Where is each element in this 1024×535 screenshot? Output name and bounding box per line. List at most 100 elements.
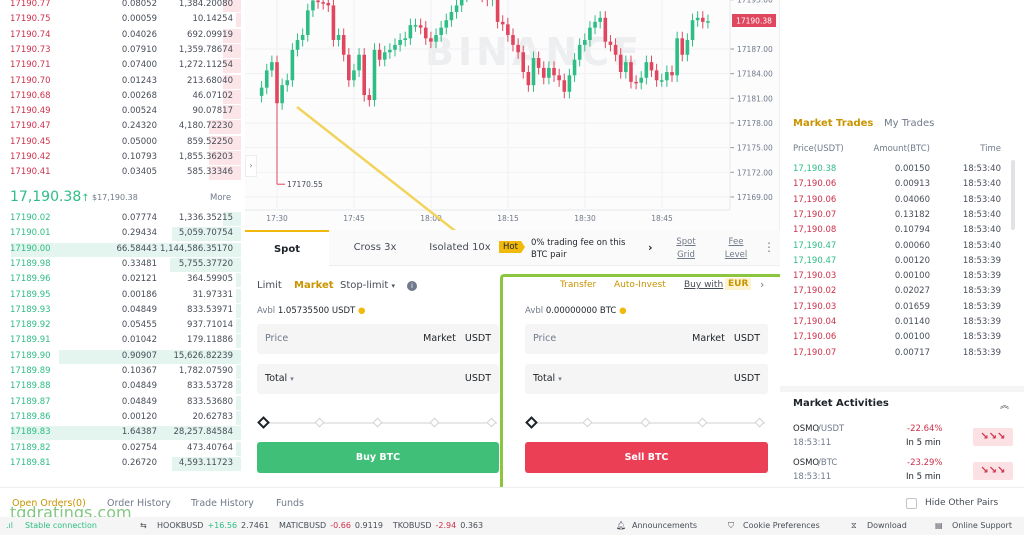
bid-row[interactable]: 17189.93 0.04849 833.53971 bbox=[0, 303, 245, 318]
bid-row[interactable]: 17189.90 0.90907 15,626.82239 bbox=[0, 349, 245, 364]
tab-trade-history[interactable]: Trade History bbox=[191, 498, 254, 509]
buy-price-field[interactable]: Price Market USDT bbox=[257, 324, 499, 354]
bid-row[interactable]: 17189.87 0.04849 833.53680 bbox=[0, 395, 245, 410]
total: 1,359.78674 bbox=[178, 44, 233, 55]
bid-row[interactable]: 17189.83 1.64387 28,257.84584 bbox=[0, 425, 245, 441]
tab-market-trades[interactable]: Market Trades bbox=[793, 118, 873, 129]
slider-step[interactable] bbox=[429, 417, 440, 428]
candle-body bbox=[593, 21, 597, 28]
order-type-stop-limit[interactable]: Stop-limit ▾ bbox=[340, 280, 395, 291]
price: 17189.87 bbox=[10, 396, 51, 407]
amount: 0.02121 bbox=[121, 274, 157, 285]
promo-text[interactable]: 0% trading fee on this BTC pair bbox=[531, 237, 643, 261]
order-type-market[interactable]: Market bbox=[294, 280, 334, 291]
trade-price: 17,190.38 bbox=[793, 164, 837, 174]
add-funds-icon[interactable]: ● bbox=[619, 306, 626, 316]
buy-total-field[interactable]: Total ▾ USDT bbox=[257, 364, 499, 394]
activity-row[interactable]: OSMO/BTC 18:53:11 -23.29% In 5 min ↘↘↘ bbox=[780, 458, 1024, 490]
add-funds-icon[interactable]: ● bbox=[358, 306, 365, 316]
currency-badge[interactable]: EUR bbox=[725, 278, 752, 290]
bell-icon: 🔔︎ bbox=[616, 521, 627, 530]
sell-btc-button[interactable]: Sell BTC bbox=[525, 442, 768, 473]
swap-icon[interactable]: ⇆ bbox=[140, 517, 147, 535]
bid-row[interactable]: 17189.92 0.05455 937.71014 bbox=[0, 318, 245, 334]
candle-body bbox=[454, 5, 459, 13]
slider-step[interactable] bbox=[257, 416, 270, 429]
candlestick-chart[interactable]: BINANCE 17193.00 17187.00 17184.00 17181.00… bbox=[245, 0, 780, 230]
ticker[interactable]: TKOBUSD -2.94 0.363 bbox=[393, 521, 483, 530]
trades-scrollbar[interactable] bbox=[1011, 160, 1015, 230]
ask-row[interactable]: 17190.42 0.10793 1,855.36203 bbox=[0, 150, 245, 165]
ask-row[interactable]: 17190.68 0.00268 46.07102 bbox=[0, 89, 245, 104]
bid-row[interactable]: 17189.98 0.33481 5,755.37720 bbox=[0, 257, 245, 272]
ask-row[interactable]: 17190.71 0.07400 1,272.11254 bbox=[0, 58, 245, 74]
bid-row[interactable]: 17189.96 0.02121 364.59905 bbox=[0, 272, 245, 288]
tab-my-trades[interactable]: My Trades bbox=[884, 118, 934, 129]
slider-step[interactable] bbox=[486, 417, 497, 428]
ask-row[interactable]: 17190.41 0.03405 585.33346 bbox=[0, 165, 245, 181]
bid-row[interactable]: 17190.00 66.58443 1,144,586.35170 bbox=[0, 242, 245, 257]
download-link[interactable]: Download bbox=[867, 517, 907, 535]
slider-step[interactable] bbox=[314, 417, 325, 428]
cookie-preferences-link[interactable]: Cookie Preferences bbox=[743, 517, 820, 535]
tab-cross[interactable]: Cross 3x bbox=[340, 230, 410, 266]
trade-price: 17,190.04 bbox=[793, 317, 837, 327]
slider-step[interactable] bbox=[697, 417, 708, 428]
chevron-right-icon[interactable]: › bbox=[760, 278, 764, 291]
announcements-link[interactable]: Announcements bbox=[632, 517, 697, 535]
bid-row[interactable]: 17189.88 0.04849 833.53728 bbox=[0, 379, 245, 395]
ticker[interactable]: HOOKBUSD +16.56 2.7461 bbox=[157, 521, 269, 530]
slider-step[interactable] bbox=[525, 416, 538, 429]
ask-row[interactable]: 17190.74 0.04026 692.09919 bbox=[0, 28, 245, 43]
ask-row[interactable]: 17190.70 0.01243 213.68040 bbox=[0, 74, 245, 89]
buy-btc-button[interactable]: Buy BTC bbox=[257, 442, 499, 473]
promo-arrow-icon[interactable]: › bbox=[648, 241, 653, 254]
bid-row[interactable]: 17189.82 0.02754 473.40764 bbox=[0, 441, 245, 456]
bid-row[interactable]: 17189.86 0.00120 20.62783 bbox=[0, 410, 245, 425]
slider-step[interactable] bbox=[640, 417, 650, 428]
transfer-link[interactable]: Transfer bbox=[560, 280, 596, 290]
more-options-icon[interactable]: ⋮ bbox=[763, 240, 775, 254]
online-support-link[interactable]: Online Support bbox=[952, 517, 1012, 535]
tab-funds[interactable]: Funds bbox=[276, 498, 304, 509]
ask-row[interactable]: 17190.77 0.08052 1,384.20080 bbox=[0, 0, 245, 12]
auto-invest-link[interactable]: Auto-Invest bbox=[614, 280, 666, 290]
sell-total-field[interactable]: Total ▾ USDT bbox=[525, 364, 768, 394]
amount: 0.00524 bbox=[121, 106, 157, 117]
sell-price-field[interactable]: Price Market USDT bbox=[525, 324, 768, 354]
ask-row[interactable]: 17190.49 0.00524 90.07817 bbox=[0, 104, 245, 120]
tab-isolated[interactable]: Isolated 10x bbox=[420, 230, 500, 266]
bid-row[interactable]: 17190.01 0.29434 5,059.70754 bbox=[0, 226, 245, 242]
buy-available: Avbl 1.05735500 USDT ● bbox=[257, 306, 365, 316]
bid-row[interactable]: 17189.81 0.26720 4,593.11723 bbox=[0, 456, 245, 471]
bid-row[interactable]: 17189.91 0.01042 179.11886 bbox=[0, 333, 245, 349]
ask-row[interactable]: 17190.47 0.24320 4,180.72230 bbox=[0, 119, 245, 135]
total: 5,059.70754 bbox=[178, 228, 233, 239]
ask-row[interactable]: 17190.75 0.00059 10.14254 bbox=[0, 12, 245, 28]
info-icon[interactable]: i bbox=[407, 281, 417, 291]
slider-step[interactable] bbox=[754, 417, 765, 428]
more-link[interactable]: More bbox=[210, 193, 231, 203]
slider-step[interactable] bbox=[372, 417, 382, 428]
collapse-icon[interactable]: ︽ bbox=[1000, 398, 1009, 411]
ask-row[interactable]: 17190.45 0.05000 859.52250 bbox=[0, 135, 245, 150]
buy-with-link[interactable]: Buy with bbox=[684, 280, 723, 290]
hide-other-pairs-checkbox[interactable] bbox=[906, 498, 917, 509]
buy-amount-slider[interactable] bbox=[257, 416, 497, 429]
slider-step[interactable] bbox=[582, 417, 593, 428]
order-type-limit[interactable]: Limit bbox=[257, 280, 282, 291]
fee-level-link[interactable]: Fee Level bbox=[721, 236, 751, 262]
ticker[interactable]: MATICBUSD -0.66 0.9119 bbox=[279, 521, 383, 530]
bid-row[interactable]: 17189.95 0.00186 31.97331 bbox=[0, 288, 245, 303]
bid-row[interactable]: 17190.02 0.07774 1,336.35215 bbox=[0, 211, 245, 226]
total: 20.62783 bbox=[192, 411, 233, 422]
expand-toolbar-button[interactable]: › bbox=[245, 155, 257, 177]
ask-row[interactable]: 17190.73 0.07910 1,359.78674 bbox=[0, 43, 245, 58]
spot-grid-link[interactable]: Spot Grid bbox=[671, 236, 701, 262]
activity-row[interactable]: OSMO/USDT 18:53:11 -22.64% In 5 min ↘↘↘ bbox=[780, 424, 1024, 456]
sell-amount-slider[interactable] bbox=[525, 416, 765, 429]
bid-row[interactable]: 17189.89 0.10367 1,782.07590 bbox=[0, 364, 245, 379]
price: 17189.93 bbox=[10, 304, 51, 315]
tab-spot[interactable]: Spot bbox=[245, 230, 329, 267]
trade-amount: 0.00717 bbox=[894, 347, 930, 358]
